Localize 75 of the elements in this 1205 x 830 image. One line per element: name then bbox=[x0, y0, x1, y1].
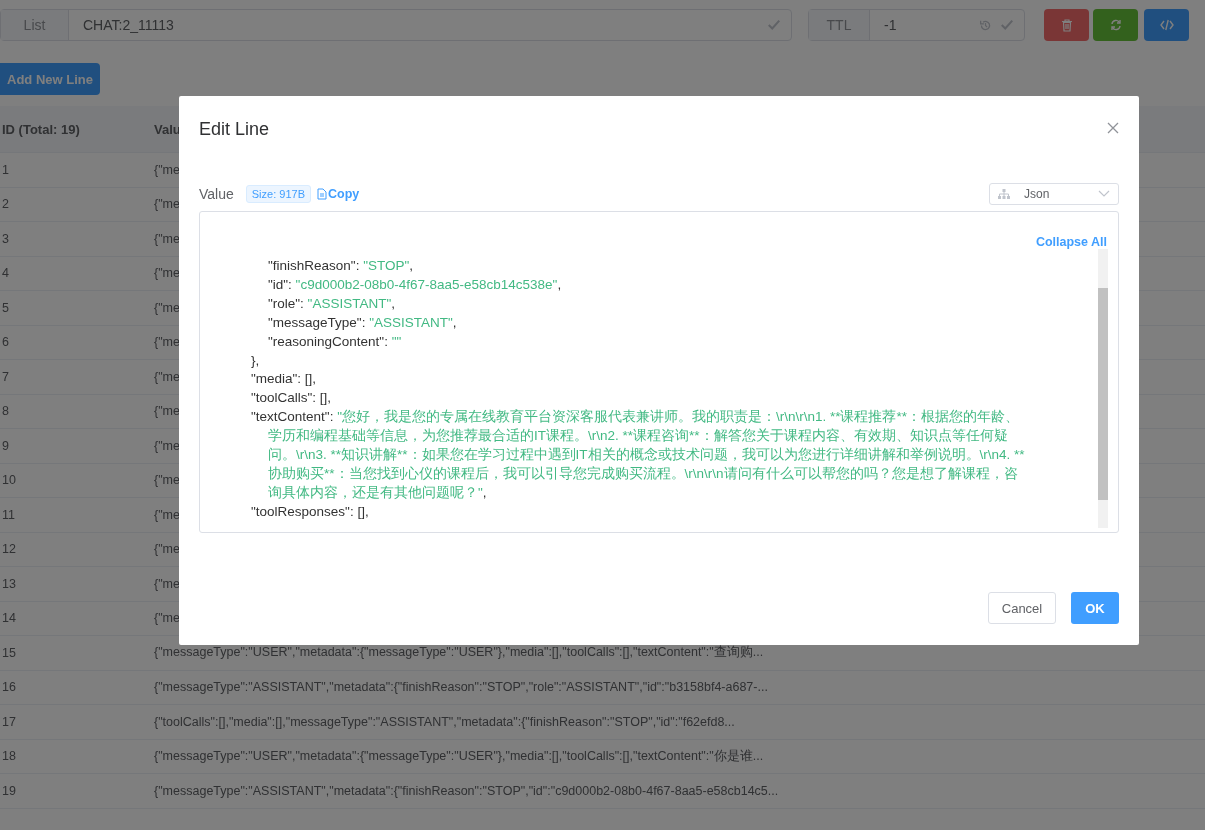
row-value: {"me bbox=[154, 611, 180, 626]
row-value: {"messageType":"USER","metadata":{"messageType":"USER"},"media":[],"toolCalls":[],"textContent":"你是谁... bbox=[154, 748, 764, 763]
row-value: {"me bbox=[154, 438, 180, 453]
trash-icon bbox=[1060, 18, 1073, 32]
json-editor[interactable] bbox=[199, 211, 1119, 533]
row-value: {"me bbox=[154, 369, 180, 384]
row-value: {"me bbox=[154, 266, 180, 281]
code-line: "role": "ASSISTANT", bbox=[268, 294, 396, 313]
code-button[interactable] bbox=[1144, 9, 1189, 41]
code-line: "reasoningContent": "" bbox=[268, 332, 403, 351]
row-id: 5 bbox=[2, 300, 9, 315]
size-tag: Size: 917B bbox=[245, 185, 311, 203]
row-value: {"messageType":"ASSISTANT","metadata":{"finishReason":"STOP","id":"c9d000b2-08b0-4f67-8aa5-e58cb14c5... bbox=[154, 783, 779, 798]
row-value: {"me bbox=[154, 404, 180, 419]
row-value: {"me bbox=[154, 576, 180, 591]
code-icon bbox=[1159, 19, 1174, 31]
row-id: 11 bbox=[2, 507, 15, 522]
column-header: ID (Total: 19) bbox=[2, 121, 80, 137]
row-id: 2 bbox=[2, 197, 9, 212]
row-id: 14 bbox=[2, 611, 16, 626]
ok-button[interactable]: OK bbox=[1071, 592, 1119, 624]
row-id: 1 bbox=[2, 162, 9, 177]
code-line: }, bbox=[251, 351, 261, 370]
code-line: "textContent": "您好，我是您的专属在线教育平台资深客服代表兼讲师。我的职责是：\r\n\r\n1. **课程推荐**：根据您的年龄、学历和编程基础等信息，为您推荐最合适的IT课程。\r\n2. **课程咨询**：解答您关于课程内容、有效期、知识点等任何疑问。\r\n3. **知识讲解**：如果您在学习过程中遇到IT相关的概念或技术问题，我可以为您进行详细讲解和举例说明。\r\n4. **协助购买**：当您找到心仪的课程后，我可以引导您完成购买流程。\r\n\r\n请问有什么可以帮您的吗？您是想了解课程，咨询具体内容，还是有其他问题呢？", bbox=[251, 408, 1026, 502]
row-id: 18 bbox=[2, 749, 16, 764]
row-id: 13 bbox=[2, 576, 16, 591]
copy-link[interactable]: Copy bbox=[317, 187, 360, 201]
document-icon bbox=[317, 188, 327, 200]
row-id: 9 bbox=[2, 438, 9, 453]
refresh-icon bbox=[1109, 19, 1122, 31]
refresh-button[interactable] bbox=[1093, 9, 1138, 41]
row-value: {"me bbox=[154, 473, 180, 488]
format-select[interactable]: Json bbox=[989, 183, 1119, 205]
delete-button[interactable] bbox=[1044, 9, 1089, 41]
row-id: 15 bbox=[2, 645, 16, 660]
row-value: {"me bbox=[154, 300, 180, 315]
row-id: 3 bbox=[2, 231, 9, 246]
code-line: "messageType": "ASSISTANT", bbox=[268, 313, 458, 332]
row-value: {"me bbox=[154, 507, 180, 522]
row-id: 4 bbox=[2, 266, 9, 281]
row-id: 10 bbox=[2, 473, 16, 488]
value-label: Value bbox=[199, 186, 234, 202]
row-value: {"me bbox=[154, 197, 180, 212]
row-value: {"me bbox=[154, 231, 180, 246]
ttl-value: -1 bbox=[884, 17, 898, 33]
check-icon[interactable] bbox=[1000, 18, 1014, 32]
chevron-down-icon bbox=[1098, 190, 1110, 198]
row-value: {"me bbox=[154, 335, 180, 350]
row-value: {"toolCalls":[],"media":[],"messageType":"ASSISTANT","metadata":{"finishReason":"STOP","id":"f62efd8... bbox=[154, 714, 735, 729]
scrollbar[interactable] bbox=[1098, 249, 1108, 528]
collapse-all-link[interactable]: Collapse All bbox=[1035, 235, 1107, 249]
cancel-button[interactable]: Cancel bbox=[988, 592, 1056, 624]
code-line: "id": "c9d000b2-08b0-4f67-8aa5-e58cb14c538e", bbox=[268, 275, 563, 294]
code-line: "finishReason": "STOP", bbox=[268, 257, 414, 275]
row-value: {"messageType":"USER","metadata":{"messageType":"USER"},"media":[],"toolCalls":[],"textContent":"查询购... bbox=[154, 645, 764, 660]
code-line: "toolResponses": [], bbox=[251, 502, 370, 521]
row-id: 19 bbox=[2, 783, 16, 798]
close-icon[interactable] bbox=[1107, 122, 1119, 134]
row-id: 12 bbox=[2, 542, 16, 557]
row-id: 6 bbox=[2, 335, 9, 350]
row-id: 7 bbox=[2, 369, 9, 384]
code-line: "toolCalls": [], bbox=[251, 389, 333, 408]
dialog-title: Edit Line bbox=[199, 118, 270, 140]
row-id: 17 bbox=[2, 714, 16, 729]
code-line: "media": [], bbox=[251, 370, 318, 389]
hierarchy-icon bbox=[998, 188, 1010, 200]
row-value: {"me bbox=[154, 542, 180, 557]
row-value: {"me bbox=[154, 162, 180, 177]
row-id: 8 bbox=[2, 404, 9, 419]
row-id: 16 bbox=[2, 680, 16, 695]
key-name-text: CHAT:2_11113 bbox=[83, 17, 175, 33]
history-icon[interactable] bbox=[979, 18, 992, 32]
check-icon[interactable] bbox=[767, 18, 781, 32]
add-new-line-button[interactable]: Add New Line bbox=[0, 63, 100, 95]
row-value: {"messageType":"ASSISTANT","metadata":{"finishReason":"STOP","role":"ASSISTANT","id":"b3158bf4-a687-... bbox=[154, 680, 768, 695]
